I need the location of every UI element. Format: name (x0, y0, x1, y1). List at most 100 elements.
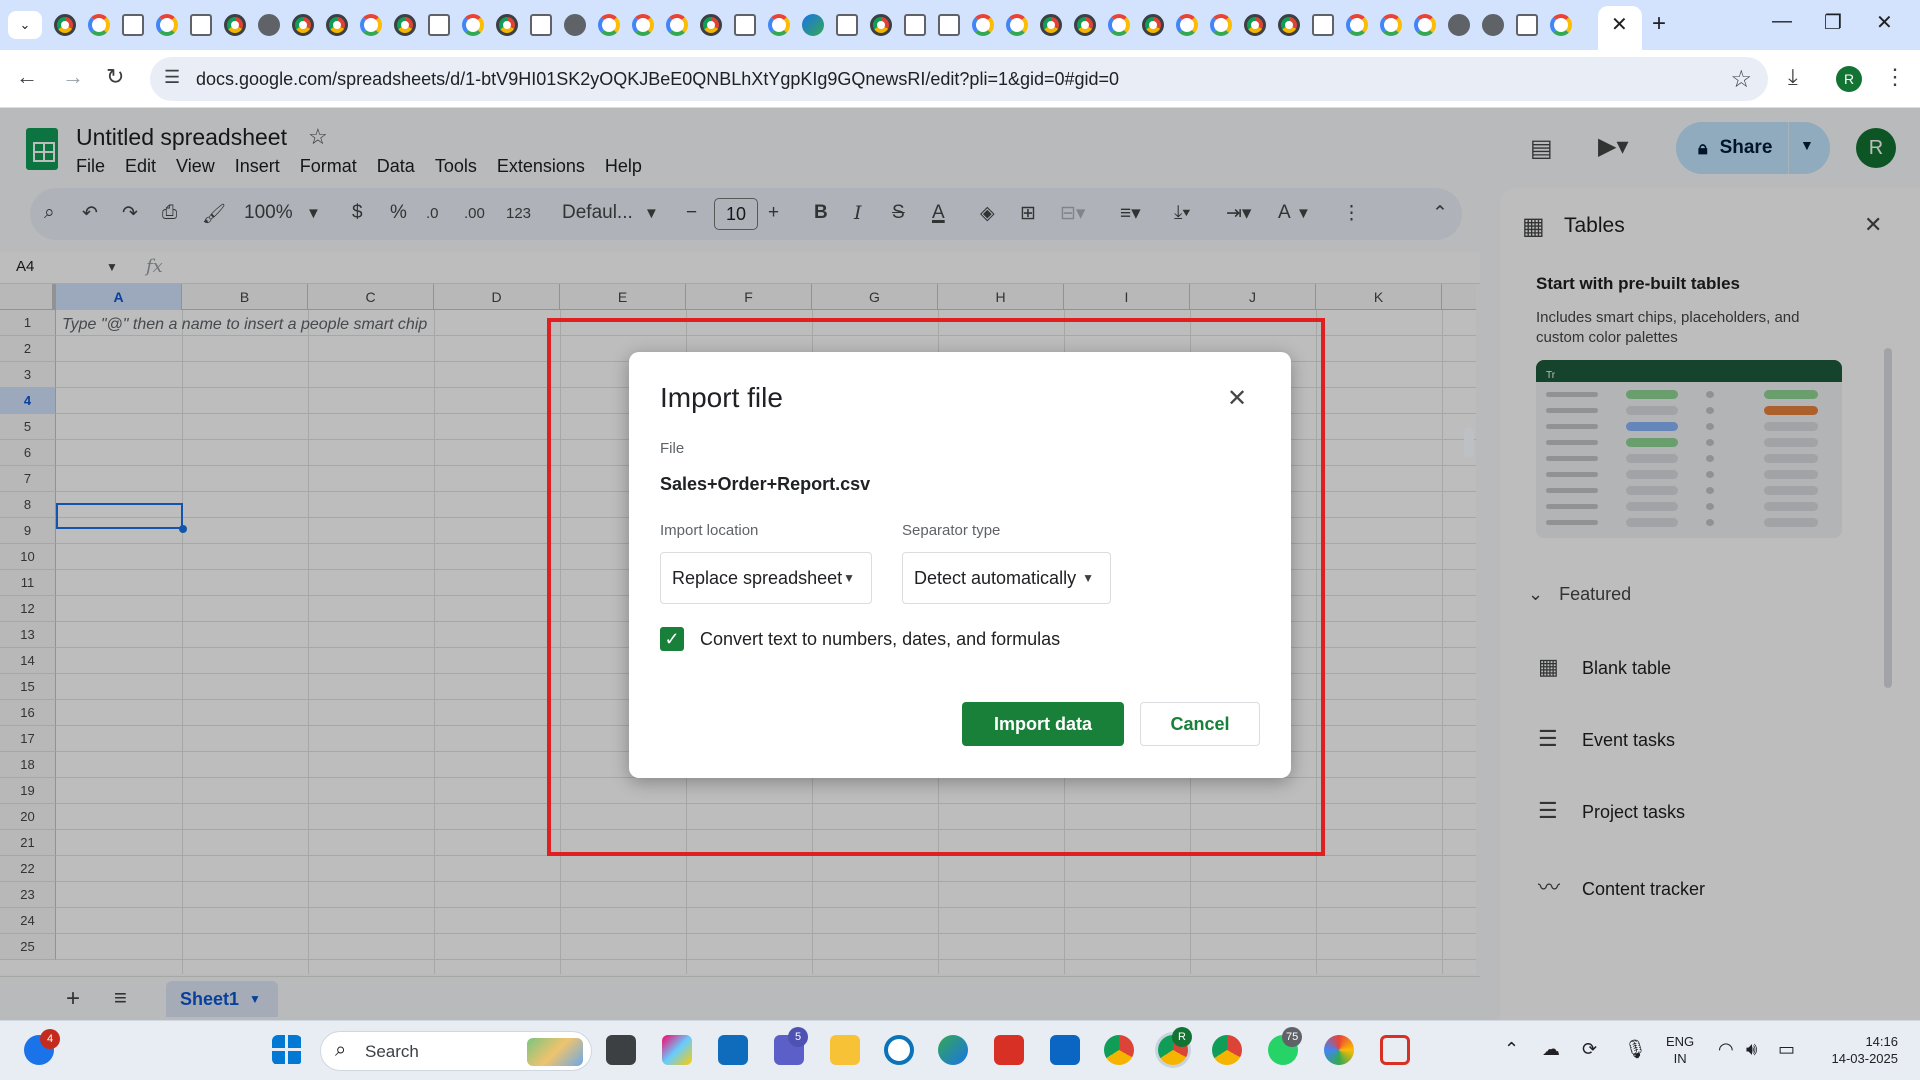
browser-tab-favicon-icon[interactable] (1142, 14, 1164, 36)
browser-tab-favicon-icon[interactable] (700, 14, 722, 36)
browser-tab-favicon-icon[interactable] (156, 14, 178, 36)
browser-profile-avatar[interactable]: R (1836, 66, 1862, 92)
browser-tab-favicon-icon[interactable] (836, 14, 858, 36)
site-info-icon[interactable]: ☰ (164, 67, 180, 88)
language-indicator[interactable]: ENG IN (1666, 1033, 1694, 1067)
taskbar-search[interactable]: ⌕ Search (320, 1031, 592, 1071)
close-dialog-icon[interactable]: ✕ (1227, 384, 1247, 413)
snipping-tool-icon[interactable] (1380, 1035, 1410, 1065)
browser-menu-icon[interactable]: ⋮ (1884, 64, 1906, 90)
browser-tab-favicon-icon[interactable] (258, 14, 280, 36)
task-view-icon[interactable] (606, 1035, 636, 1065)
browser-tab-favicon-icon[interactable] (870, 14, 892, 36)
browser-tab-favicon-icon[interactable] (632, 14, 654, 36)
restore-button[interactable]: ❐ (1824, 10, 1842, 35)
browser-tab-favicon-icon[interactable] (122, 14, 144, 36)
browser-tab-favicon-icon[interactable] (768, 14, 790, 36)
close-window-button[interactable]: ✕ (1876, 10, 1893, 35)
browser-tab-favicon-icon[interactable] (1312, 14, 1334, 36)
browser-tab-favicon-icon[interactable] (734, 14, 756, 36)
search-highlight-image (527, 1038, 583, 1066)
google-photos-icon[interactable] (1324, 1035, 1354, 1065)
browser-tab-favicon-icon[interactable] (428, 14, 450, 36)
start-button-windows-icon[interactable] (272, 1035, 302, 1065)
browser-tab-favicon-icon[interactable] (1278, 14, 1300, 36)
address-bar[interactable]: ☰ docs.google.com/spreadsheets/d/1-btV9H… (150, 57, 1768, 101)
browser-tab-favicon-icon[interactable] (1108, 14, 1130, 36)
forward-button[interactable]: → (62, 64, 84, 90)
import-location-label: Import location (660, 522, 759, 539)
store-icon[interactable] (718, 1035, 748, 1065)
browser-tab-favicon-icon[interactable] (802, 14, 824, 36)
import-location-value: Replace spreadsheet (672, 567, 843, 588)
browser-tab-favicon-icon[interactable] (1176, 14, 1198, 36)
browser-tab-favicon-icon[interactable] (564, 14, 586, 36)
minimize-button[interactable]: — (1772, 10, 1792, 33)
dropdown-caret-icon: ▼ (843, 571, 855, 585)
separator-type-select[interactable]: Detect automatically ▼ (902, 552, 1111, 604)
browser-tab-favicon-icon[interactable] (1482, 14, 1504, 36)
volume-icon[interactable]: 🔊︎ (1746, 1039, 1757, 1060)
close-tab-icon[interactable]: ✕ (1611, 12, 1628, 37)
browser-tab-favicon-icon[interactable] (972, 14, 994, 36)
chrome-profile-2-icon[interactable] (1212, 1035, 1242, 1065)
browser-tab-favicon-icon[interactable] (666, 14, 688, 36)
windows-taskbar: 4 ⌕ Search 5 R 75 ⌃ ☁ ⟳ 🎙︎ ENG IN ◠ 🔊︎ ▭… (0, 1020, 1920, 1080)
import-location-select[interactable]: Replace spreadsheet ▼ (660, 552, 872, 604)
browser-tab-favicon-icon[interactable] (1414, 14, 1436, 36)
convert-text-label[interactable]: Convert text to numbers, dates, and form… (700, 629, 1060, 650)
wifi-icon[interactable]: ◠ (1718, 1039, 1734, 1060)
browser-tab-favicon-icon[interactable] (462, 14, 484, 36)
browser-tab-favicon-icon[interactable] (1448, 14, 1470, 36)
browser-tab-favicon-icon[interactable] (54, 14, 76, 36)
linkedin-icon[interactable] (1050, 1035, 1080, 1065)
bookmark-star-icon[interactable]: ☆ (1730, 65, 1752, 94)
sync-icon[interactable]: ⟳ (1582, 1039, 1597, 1060)
browser-tab-favicon-icon[interactable] (1244, 14, 1266, 36)
browser-tab-favicon-icon[interactable] (292, 14, 314, 36)
new-tab-button[interactable]: + (1652, 10, 1666, 38)
browser-tab-favicon-icon[interactable] (1074, 14, 1096, 36)
edge-icon[interactable] (938, 1035, 968, 1065)
browser-tab-favicon-icon[interactable] (224, 14, 246, 36)
vertical-scrollbar[interactable] (1464, 428, 1474, 458)
browser-tab-favicon-icon[interactable] (1346, 14, 1368, 36)
back-button[interactable]: ← (16, 64, 38, 90)
chrome-icon[interactable] (1104, 1035, 1134, 1065)
battery-icon[interactable]: ▭ (1778, 1039, 1795, 1060)
browser-tab-favicon-icon[interactable] (938, 14, 960, 36)
browser-tab-favicon-icon[interactable] (394, 14, 416, 36)
browser-tab-favicon-icon[interactable] (530, 14, 552, 36)
import-data-button[interactable]: Import data (962, 702, 1124, 746)
convert-text-checkbox[interactable]: ✓ (660, 627, 684, 651)
browser-tab-favicon-icon[interactable] (190, 14, 212, 36)
tab-search-button[interactable]: ⌄ (8, 11, 42, 39)
browser-tab-favicon-icon[interactable] (1550, 14, 1572, 36)
browser-tab-favicon-icon[interactable] (326, 14, 348, 36)
cancel-button[interactable]: Cancel (1140, 702, 1260, 746)
wps-office-icon[interactable] (994, 1035, 1024, 1065)
browser-tab-favicon-icon[interactable] (360, 14, 382, 36)
download-icon[interactable]: ⤓ (1788, 64, 1798, 90)
browser-tab-favicon-icon[interactable] (88, 14, 110, 36)
cortana-icon[interactable] (884, 1035, 914, 1065)
browser-tab-favicon-icon[interactable] (1040, 14, 1062, 36)
dialog-title: Import file (660, 382, 783, 413)
browser-tab-favicon-icon[interactable] (598, 14, 620, 36)
microphone-icon[interactable]: 🎙︎ (1624, 1039, 1647, 1060)
browser-tab-favicon-icon[interactable] (1210, 14, 1232, 36)
taskbar-search-label: Search (365, 1042, 419, 1061)
show-hidden-icons-chevron-icon[interactable]: ⌃ (1504, 1039, 1519, 1060)
browser-tab-favicon-icon[interactable] (1006, 14, 1028, 36)
browser-tab-favicon-icon[interactable] (1516, 14, 1538, 36)
file-label: File (660, 440, 685, 457)
onedrive-icon[interactable]: ☁ (1542, 1039, 1560, 1060)
reload-button[interactable]: ↻ (106, 64, 124, 90)
url-text[interactable]: docs.google.com/spreadsheets/d/1-btV9HI0… (196, 69, 1119, 90)
browser-tab-favicon-icon[interactable] (496, 14, 518, 36)
copilot-icon[interactable] (662, 1035, 692, 1065)
system-clock[interactable]: 14:16 14-03-2025 (1814, 1033, 1899, 1067)
browser-tab-favicon-icon[interactable] (1380, 14, 1402, 36)
browser-tab-favicon-icon[interactable] (904, 14, 926, 36)
file-explorer-icon[interactable] (830, 1035, 860, 1065)
